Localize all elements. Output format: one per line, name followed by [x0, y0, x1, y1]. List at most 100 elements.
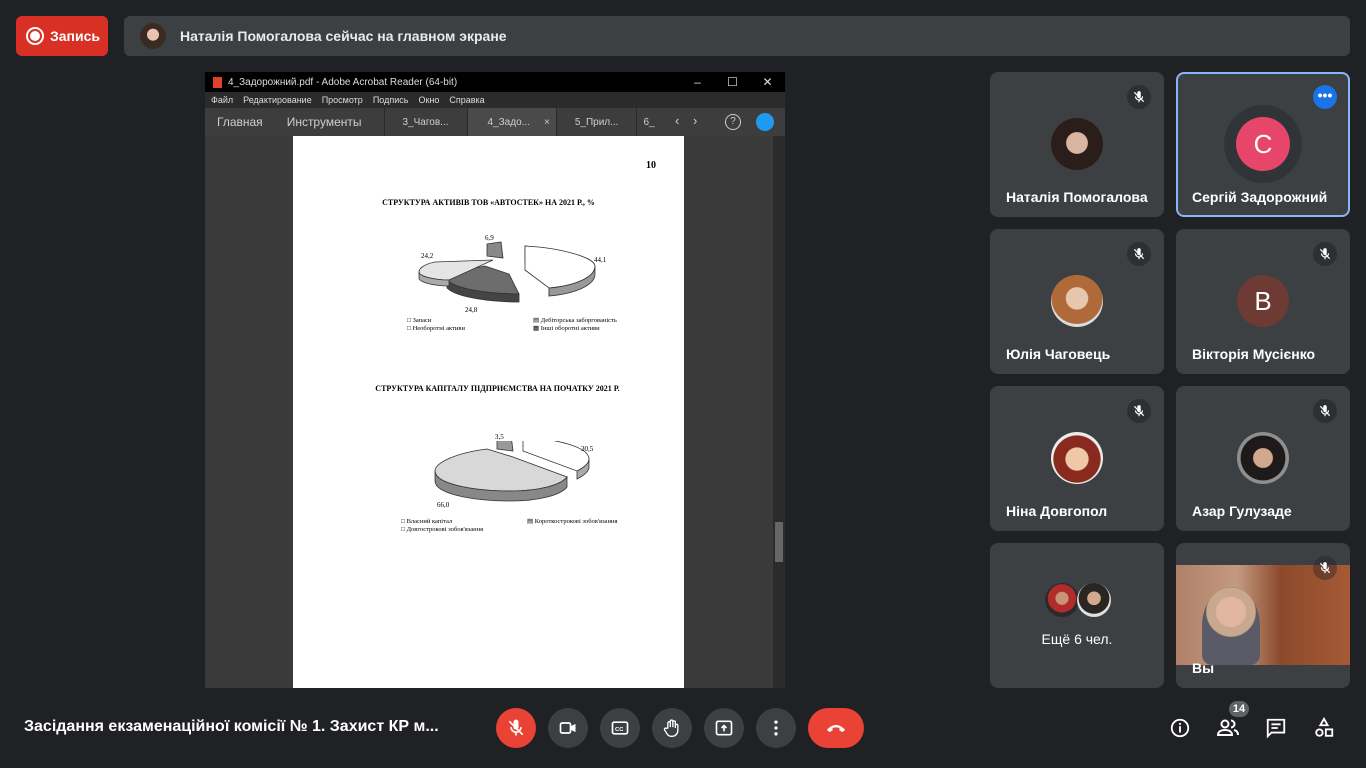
menu-window[interactable]: Окно: [418, 95, 439, 105]
more-participants-tile[interactable]: Ещё 6 чел.: [990, 543, 1164, 688]
menu-file[interactable]: Файл: [211, 95, 233, 105]
mic-off-icon: [1127, 399, 1151, 423]
participant-tile[interactable]: В Вікторія Мусієнко: [1176, 229, 1350, 374]
mic-toggle-button[interactable]: [496, 708, 536, 748]
participant-name: Ніна Довгопол: [1006, 503, 1108, 519]
shared-screen: 4_Задорожний.pdf - Adobe Acrobat Reader …: [205, 72, 785, 688]
window-title: 4_Задорожний.pdf - Adobe Acrobat Reader …: [228, 76, 458, 88]
doc-tab-5[interactable]: 5_Прил...: [555, 108, 637, 136]
chart2-label-1: 3,5: [495, 433, 504, 441]
help-icon[interactable]: ?: [725, 114, 741, 130]
leave-call-button[interactable]: [808, 708, 864, 748]
maximize-icon[interactable]: ☐: [715, 75, 750, 89]
chat-button[interactable]: [1256, 708, 1296, 748]
participant-name: Наталія Помогалова: [1006, 189, 1148, 205]
document-view: 10 СТРУКТУРА АКТИВІВ ТОВ «АВТОСТЕК» НА 2…: [205, 136, 785, 688]
meeting-title: Засідання екзаменаційної комісії № 1. За…: [24, 718, 439, 735]
raise-hand-button[interactable]: [652, 708, 692, 748]
account-icon[interactable]: [756, 113, 774, 131]
mic-off-icon: [1313, 399, 1337, 423]
menu-help[interactable]: Справка: [449, 95, 484, 105]
chat-icon: [1266, 718, 1286, 739]
doc-tab-6[interactable]: 6_: [636, 108, 660, 136]
pdf-page: 10 СТРУКТУРА АКТИВІВ ТОВ «АВТОСТЕК» НА 2…: [293, 136, 684, 688]
captions-button[interactable]: CC: [600, 708, 640, 748]
more-vert-icon: [774, 720, 778, 736]
meeting-details-button[interactable]: [1160, 708, 1200, 748]
chart2-label-2: 30,5: [581, 445, 594, 453]
tabs-next-icon[interactable]: ›: [693, 113, 697, 128]
presenting-banner: Наталія Помогалова сейчас на главном экр…: [124, 16, 1350, 56]
participant-avatar: [1077, 583, 1111, 617]
legend-item: □ Запаси: [407, 317, 432, 324]
acrobat-titlebar: 4_Задорожний.pdf - Adobe Acrobat Reader …: [205, 72, 785, 92]
present-icon: [715, 720, 733, 736]
chart2-pie: [434, 441, 590, 502]
chart1-label-2: 24,2: [421, 252, 434, 260]
hang-up-icon: [827, 725, 845, 732]
chart2-title: СТРУКТУРА КАПІТАЛУ ПІДПРИЄМСТВА НА ПОЧАТ…: [375, 384, 620, 393]
close-icon[interactable]: ✕: [750, 75, 785, 89]
menu-edit[interactable]: Редактирование: [243, 95, 312, 105]
menu-view[interactable]: Просмотр: [322, 95, 363, 105]
slice-inshi: [486, 241, 504, 259]
participant-tile[interactable]: Наталія Помогалова: [990, 72, 1164, 217]
more-options-icon[interactable]: •••: [1313, 85, 1337, 109]
self-video: [1176, 565, 1350, 665]
participant-avatar: [1051, 432, 1103, 484]
chart1-label-1: 6,9: [485, 234, 494, 242]
chart1-title: СТРУКТУРА АКТИВІВ ТОВ «АВТОСТЕК» НА 2021…: [382, 198, 595, 207]
recording-label: Запись: [50, 28, 101, 44]
participant-name: Вікторія Мусієнко: [1192, 346, 1316, 362]
close-tab-icon[interactable]: ×: [544, 117, 550, 128]
present-button[interactable]: [704, 708, 744, 748]
participant-name: Сергій Задорожний: [1192, 189, 1328, 205]
scrollbar-thumb[interactable]: [775, 522, 783, 562]
tools-tab[interactable]: Инструменты: [275, 115, 374, 129]
mic-off-icon: [1127, 242, 1151, 266]
participant-avatar: В: [1237, 275, 1289, 327]
people-icon: [1216, 719, 1239, 736]
participant-tile[interactable]: Ніна Довгопол: [990, 386, 1164, 531]
menu-sign[interactable]: Подпись: [373, 95, 409, 105]
info-icon: [1170, 718, 1190, 738]
acrobat-toolbar: Главная Инструменты 3_Чагов... 4_Задо...…: [205, 108, 785, 136]
tabs-prev-icon[interactable]: ‹: [675, 113, 679, 128]
page-number: 10: [646, 160, 656, 171]
more-participants-label: Ещё 6 чел.: [1041, 631, 1113, 647]
doc-tab-3[interactable]: 3_Чагов...: [383, 108, 467, 136]
activities-button[interactable]: [1304, 708, 1344, 748]
activities-icon: [1315, 717, 1334, 737]
doc-tab-4[interactable]: 4_Задо... ×: [466, 108, 556, 136]
participant-tile[interactable]: Юлія Чаговець: [990, 229, 1164, 374]
recording-indicator[interactable]: Запись: [16, 16, 108, 56]
home-tab[interactable]: Главная: [205, 115, 275, 129]
chart1-pie: [418, 241, 596, 303]
camera-toggle-button[interactable]: [548, 708, 588, 748]
legend-item: □ Довгострокові зобов'язання: [401, 526, 484, 533]
mic-off-icon: [1313, 242, 1337, 266]
participant-tile[interactable]: Азар Гулузаде: [1176, 386, 1350, 531]
participant-name: Азар Гулузаде: [1192, 503, 1292, 519]
legend-item: □ Необоротні активи: [407, 325, 465, 332]
captions-icon: CC: [611, 721, 629, 735]
presenter-avatar: [140, 23, 166, 49]
pdf-icon: [213, 76, 222, 88]
more-options-button[interactable]: [756, 708, 796, 748]
acrobat-menubar: Файл Редактирование Просмотр Подпись Окн…: [205, 92, 785, 108]
participant-avatar: [1051, 118, 1103, 170]
legend-item: ▤ Короткострокові зобов'язання: [527, 518, 618, 525]
self-person: [1202, 587, 1260, 665]
participant-tile-active[interactable]: ••• С Сергій Задорожний: [1176, 72, 1350, 217]
mic-off-icon: [508, 719, 524, 736]
mic-off-icon: [1313, 556, 1337, 580]
chart1-label-4: 24,8: [465, 306, 478, 314]
participant-name: Юлія Чаговець: [1006, 346, 1111, 362]
participant-avatar: [1237, 432, 1289, 484]
participant-avatar: [1051, 275, 1103, 327]
minimize-icon[interactable]: –: [680, 75, 715, 89]
participant-name: Вы: [1192, 660, 1215, 676]
self-tile[interactable]: Вы: [1176, 543, 1350, 688]
participant-avatar: С: [1236, 117, 1290, 171]
document-scrollbar[interactable]: [773, 136, 785, 688]
